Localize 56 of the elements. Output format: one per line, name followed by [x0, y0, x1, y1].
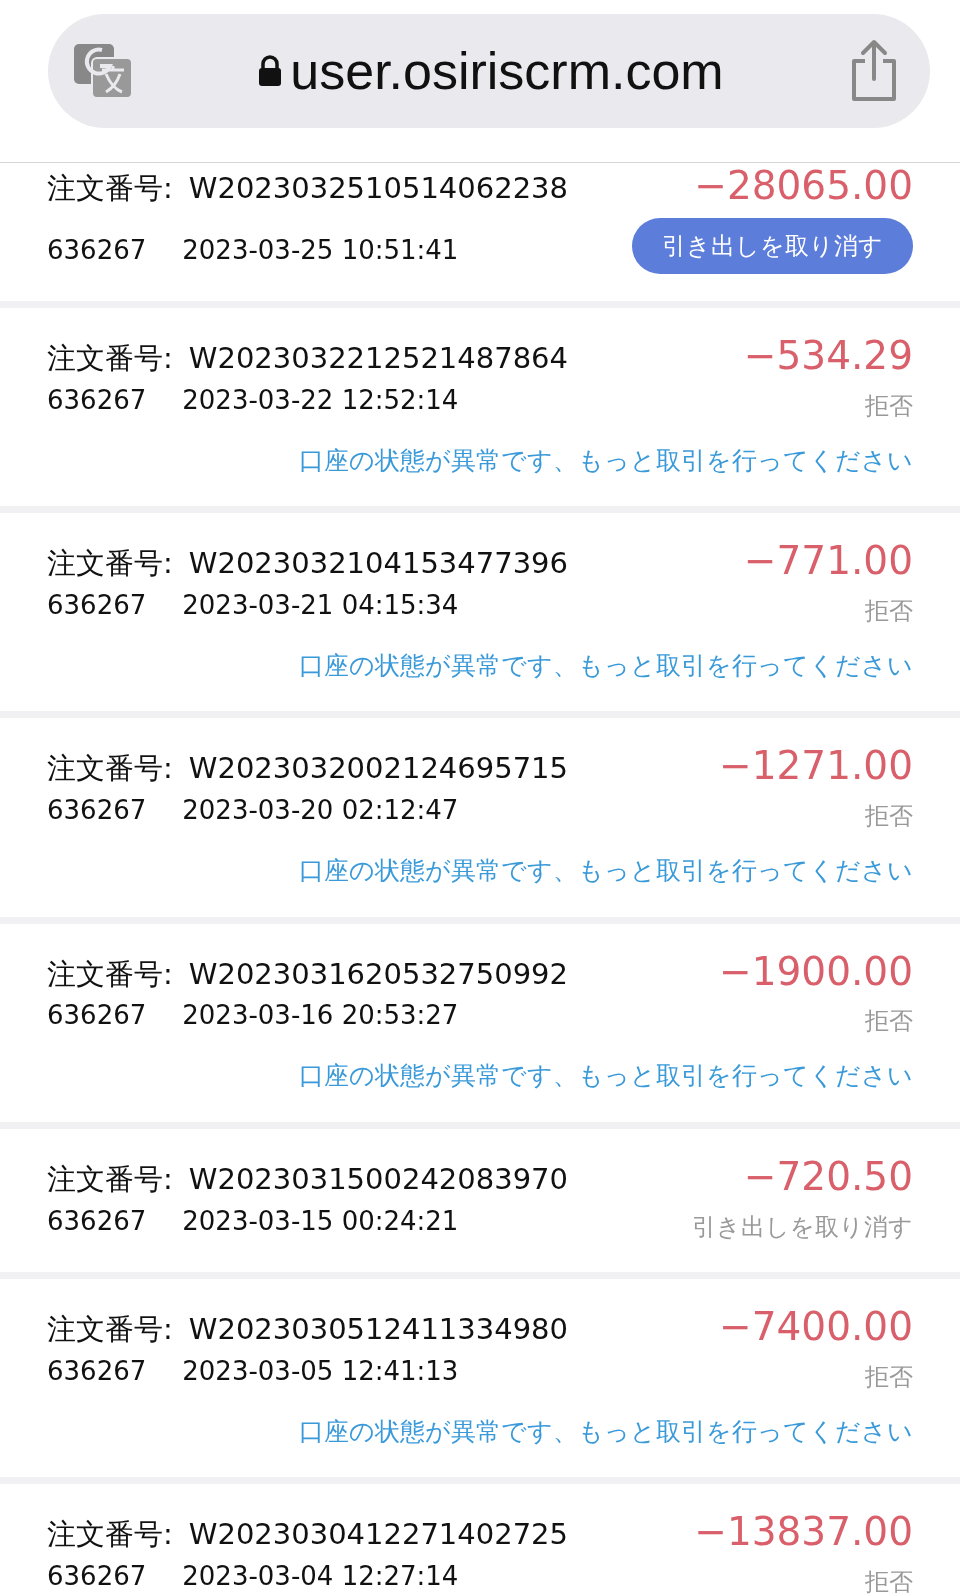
account-number: 636267 [47, 1559, 147, 1593]
account-number: 636267 [47, 383, 147, 417]
order-time: 2023-03-04 12:27:14 [182, 1559, 459, 1593]
amount-text: −720.50 [743, 1154, 913, 1201]
status-message: 口座の状態が異常です、もっと取引を行ってください [299, 855, 913, 888]
order-label: 注文番号: [47, 339, 173, 377]
status-message: 口座の状態が異常です、もっと取引を行ってください [299, 444, 913, 477]
account-number: 636267 [47, 1354, 147, 1388]
address-bar[interactable]: user.osiriscrm.com [48, 14, 930, 128]
order-number: W2023032002124695715 [188, 750, 569, 788]
order-number: W2023032212521487864 [188, 339, 569, 377]
order-number: W2023032104153477396 [188, 545, 569, 583]
lock-icon [258, 55, 283, 87]
order-time: 2023-03-21 04:15:34 [182, 588, 459, 622]
amount-text: −1271.00 [719, 743, 913, 791]
status-text: 拒否 [865, 801, 913, 833]
status-text: 拒否 [865, 1006, 913, 1038]
status-text: 拒否 [865, 390, 913, 422]
order-number: W2023032510514062238 [188, 170, 569, 207]
amount-text: −28065.00 [694, 163, 913, 210]
amount-text: −7400.00 [719, 1303, 913, 1351]
status-text: 拒否 [865, 1361, 913, 1393]
order-time: 2023-03-16 20:53:27 [182, 999, 459, 1033]
account-number: 636267 [47, 233, 147, 267]
order-label: 注文番号: [47, 545, 173, 583]
account-number: 636267 [47, 588, 147, 622]
order-number: W2023030412271402725 [188, 1516, 569, 1554]
order-number: W2023031500242083970 [188, 1161, 569, 1198]
amount-text: −13837.00 [694, 1509, 913, 1556]
order-time: 2023-03-22 12:52:14 [182, 383, 459, 417]
status-message: 口座の状態が異常です、もっと取引を行ってください [299, 1415, 913, 1448]
order-time: 2023-03-05 12:41:13 [182, 1354, 459, 1388]
amount-text: −771.00 [743, 538, 913, 585]
order-number: W2023030512411334980 [188, 1310, 569, 1348]
order-time: 2023-03-20 02:12:47 [182, 794, 459, 828]
amount-text: −1900.00 [719, 948, 913, 996]
account-number: 636267 [47, 999, 147, 1033]
order-label: 注文番号: [47, 750, 173, 788]
status-message: 口座の状態が異常です、もっと取引を行ってください [299, 1060, 913, 1093]
cancel-withdrawal-button[interactable]: 引き出しを取り消す [632, 217, 913, 274]
order-number: W2023031620532750992 [188, 955, 569, 993]
order-time: 2023-03-15 00:24:21 [182, 1204, 459, 1238]
status-message: 口座の状態が異常です、もっと取引を行ってください [299, 649, 913, 682]
status-text: 拒否 [865, 1566, 913, 1596]
order-label: 注文番号: [47, 955, 173, 993]
order-label: 注文番号: [47, 1516, 173, 1554]
status-text: 引き出しを取り消す [692, 1211, 913, 1243]
url-text: user.osiriscrm.com [290, 41, 724, 102]
order-time: 2023-03-25 10:51:41 [182, 233, 459, 267]
status-text: 拒否 [865, 595, 913, 627]
account-number: 636267 [47, 1204, 147, 1238]
account-number: 636267 [47, 794, 147, 828]
order-label: 注文番号: [47, 170, 173, 207]
order-label: 注文番号: [47, 1310, 173, 1348]
order-label: 注文番号: [47, 1161, 173, 1198]
amount-text: −534.29 [743, 332, 913, 380]
